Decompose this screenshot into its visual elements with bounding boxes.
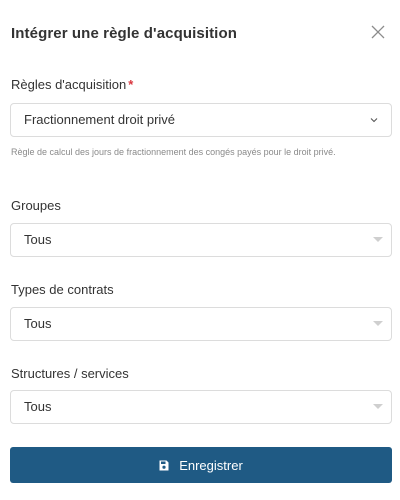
caret-down-icon	[373, 321, 383, 326]
structures-label: Structures / services	[11, 366, 129, 381]
acquisition-rules-label: Règles d'acquisition *	[11, 77, 133, 92]
save-button[interactable]: Enregistrer	[10, 447, 392, 483]
acquisition-rules-value: Fractionnement droit privé	[24, 112, 176, 127]
groups-value: Tous	[24, 232, 52, 247]
close-icon	[371, 25, 385, 39]
groups-select[interactable]: Tous	[10, 223, 392, 257]
modal-header: Intégrer une règle d'acquisition	[11, 22, 390, 46]
contract-types-select[interactable]: Tous	[10, 307, 392, 341]
caret-down-icon	[373, 237, 383, 242]
acquisition-rules-select[interactable]: Fractionnement droit privé	[10, 103, 392, 137]
caret-down-icon	[373, 404, 383, 409]
acquisition-rules-label-text: Règles d'acquisition	[11, 77, 127, 92]
structures-select[interactable]: Tous	[10, 390, 392, 424]
required-mark: *	[128, 77, 134, 92]
acquisition-rules-help: Règle de calcul des jours de fractionnem…	[11, 147, 336, 157]
floppy-disk-icon	[159, 460, 169, 470]
chevron-down-icon	[370, 118, 378, 123]
save-button-label: Enregistrer	[179, 457, 243, 473]
structures-value: Tous	[24, 399, 52, 414]
groups-label: Groupes	[11, 198, 61, 213]
contract-types-value: Tous	[24, 316, 52, 331]
close-button[interactable]	[366, 22, 390, 46]
modal-title: Intégrer une règle d'acquisition	[11, 25, 237, 42]
contract-types-label: Types de contrats	[11, 282, 114, 297]
acquisition-rule-modal: Intégrer une règle d'acquisition Règles …	[0, 0, 400, 500]
